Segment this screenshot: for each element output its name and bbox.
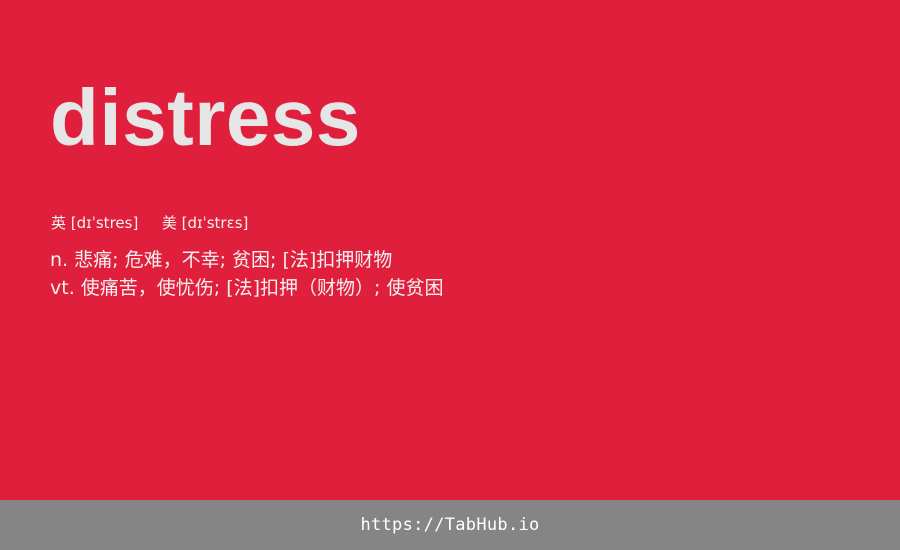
word-card: distress 英 [dɪˈstres] 美 [dɪˈstrɛs] n. 悲痛… bbox=[0, 0, 900, 550]
headword: distress bbox=[50, 73, 361, 162]
definition-line: n. 悲痛; 危难，不幸; 贫困; [法]扣押财物 bbox=[50, 246, 444, 274]
definition-text: 悲痛; 危难，不幸; 贫困; [法]扣押财物 bbox=[74, 249, 393, 271]
part-of-speech: vt. bbox=[50, 277, 75, 299]
definition-text: 使痛苦，使忧伤; [法]扣押（财物）; 使贫困 bbox=[80, 277, 444, 299]
us-ipa: [dɪˈstrɛs] bbox=[181, 214, 249, 232]
phonetics: 英 [dɪˈstres] 美 [dɪˈstrɛs] bbox=[51, 212, 248, 234]
footer-bar: https://TabHub.io bbox=[0, 500, 900, 550]
part-of-speech: n. bbox=[50, 249, 69, 271]
definition-line: vt. 使痛苦，使忧伤; [法]扣押（财物）; 使贫困 bbox=[50, 274, 444, 302]
definitions: n. 悲痛; 危难，不幸; 贫困; [法]扣押财物 vt. 使痛苦，使忧伤; [… bbox=[50, 246, 444, 302]
uk-label: 英 bbox=[51, 214, 67, 232]
site-link[interactable]: https://TabHub.io bbox=[360, 515, 539, 535]
uk-ipa: [dɪˈstres] bbox=[70, 214, 139, 232]
us-label: 美 bbox=[161, 214, 177, 232]
